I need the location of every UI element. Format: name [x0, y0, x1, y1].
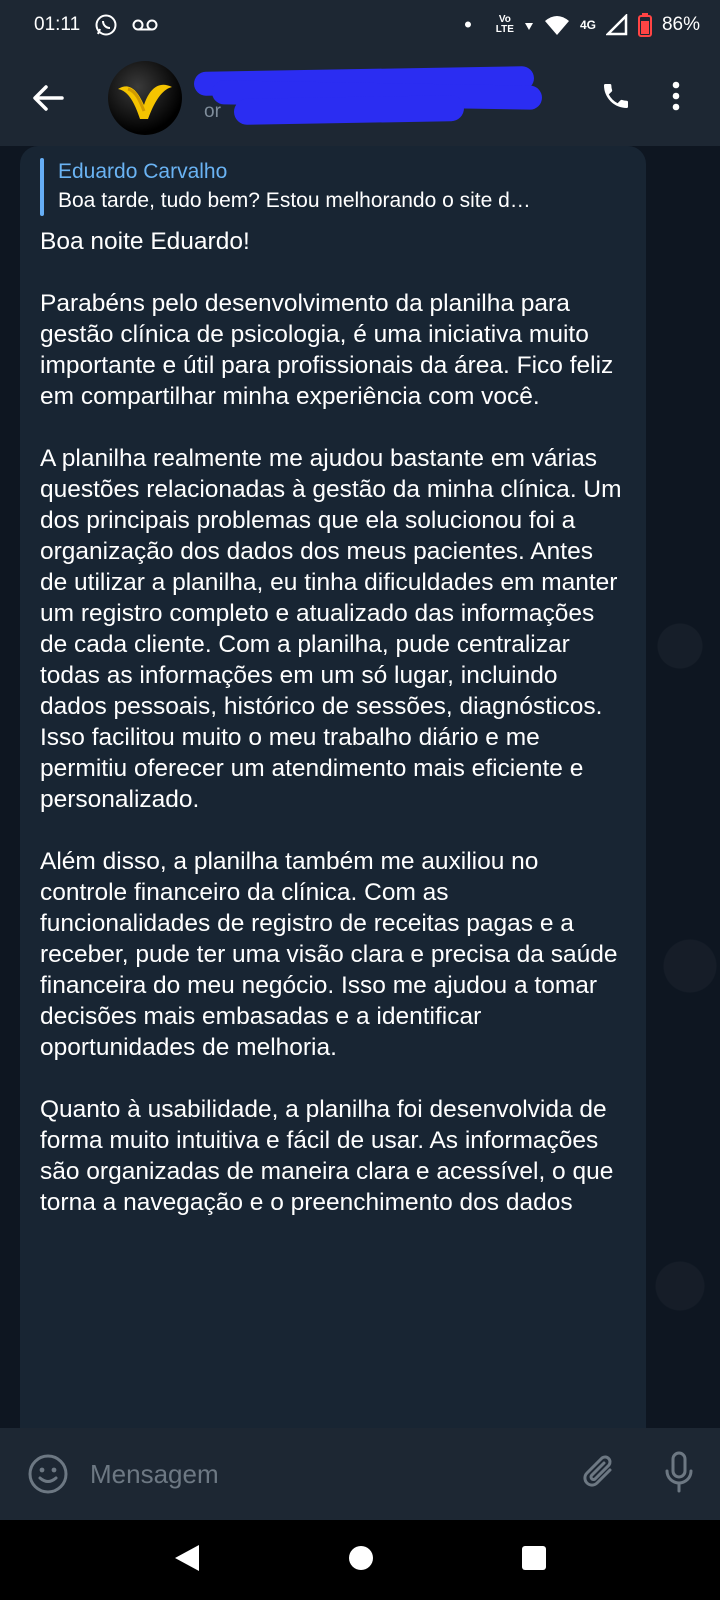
- contact-status: or: [204, 101, 221, 122]
- data-arrows-icon: [524, 18, 534, 32]
- call-button[interactable]: [600, 80, 632, 117]
- message-bubble[interactable]: Eduardo Carvalho Boa tarde, tudo bem? Es…: [20, 146, 646, 1428]
- message-paragraph: Quanto à usabilidade, a planilha foi des…: [40, 1096, 614, 1216]
- message-input-bar: Mensagem: [0, 1428, 720, 1520]
- nav-back-button[interactable]: [173, 1543, 201, 1578]
- emoji-button[interactable]: [26, 1452, 70, 1496]
- battery-percent: 86%: [661, 14, 700, 35]
- network-type: 4G: [579, 18, 596, 32]
- voice-message-button[interactable]: [664, 1451, 694, 1498]
- microphone-icon: [665, 1451, 693, 1492]
- reply-author: Eduardo Carvalho: [58, 160, 228, 183]
- reply-bar: [40, 158, 44, 216]
- voicemail-icon: [132, 17, 158, 33]
- square-recents-icon: [522, 1545, 546, 1570]
- whatsapp-icon: [94, 13, 118, 37]
- back-button[interactable]: [18, 68, 78, 128]
- message-paragraph: Além disso, a planilha também me auxilio…: [40, 848, 618, 1061]
- paperclip-icon: [583, 1455, 612, 1487]
- triangle-back-icon: [175, 1544, 199, 1571]
- status-bar: 01:11 • Vo LTE 4G 86%: [0, 0, 720, 50]
- message-paragraph: Boa noite Eduardo!: [40, 228, 250, 255]
- message-paragraph: A planilha realmente me ajudou bastante …: [40, 445, 622, 813]
- nav-recents-button[interactable]: [521, 1545, 547, 1576]
- avatar[interactable]: [108, 61, 182, 135]
- message-paragraph: Parabéns pelo desenvolvimento da planilh…: [40, 290, 614, 410]
- more-vertical-icon: [672, 81, 680, 110]
- contact-info[interactable]: or: [193, 61, 543, 135]
- reply-preview[interactable]: Eduardo Carvalho Boa tarde, tudo bem? Es…: [40, 158, 624, 216]
- more-options-button[interactable]: [672, 81, 680, 116]
- status-time: 01:11: [34, 14, 81, 35]
- reply-text: Boa tarde, tudo bem? Estou melhorando o …: [58, 189, 531, 212]
- redaction-mark: [233, 94, 465, 126]
- system-nav-bar: [0, 1520, 720, 1600]
- chat-header: or: [0, 50, 720, 146]
- volte-indicator: Vo LTE: [496, 15, 514, 35]
- message-text: Boa noite Eduardo! Parabéns pelo desenvo…: [40, 226, 624, 1218]
- emoji-icon: [28, 1454, 68, 1494]
- volte-bottom: LTE: [495, 24, 514, 35]
- nav-home-button[interactable]: [347, 1544, 375, 1577]
- battery-icon: [637, 13, 652, 37]
- wifi-icon: [544, 14, 570, 36]
- phone-icon: [604, 83, 628, 108]
- message-input[interactable]: Mensagem: [90, 1459, 219, 1490]
- attach-button[interactable]: [580, 1452, 620, 1497]
- circle-home-icon: [349, 1545, 373, 1570]
- notification-dot: •: [464, 12, 472, 37]
- chat-area[interactable]: Eduardo Carvalho Boa tarde, tudo bem? Es…: [0, 146, 720, 1428]
- signal-icon: [605, 14, 628, 36]
- logo-icon: [118, 84, 172, 119]
- back-arrow-icon: [33, 85, 64, 111]
